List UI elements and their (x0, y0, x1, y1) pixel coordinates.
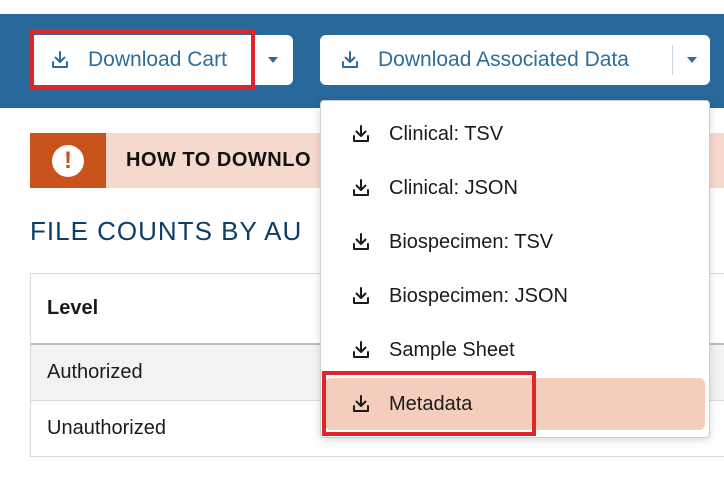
alert-icon-container: ! (30, 133, 106, 188)
download-icon (353, 125, 369, 142)
download-icon (353, 287, 369, 304)
table-cell-level: Unauthorized (47, 417, 166, 439)
menu-item-label: Biospecimen: TSV (389, 230, 554, 253)
chevron-down-icon (686, 57, 697, 63)
menu-item-metadata[interactable]: Metadata (325, 378, 705, 430)
toolbar: Download Cart Download Associated Data (0, 14, 724, 108)
download-associated-data-button-group: Download Associated Data (320, 35, 710, 85)
download-cart-label: Download Cart (88, 48, 227, 71)
menu-item-clinical-json[interactable]: Clinical: JSON (325, 162, 705, 214)
download-icon (353, 179, 369, 196)
download-icon (52, 51, 68, 68)
menu-item-label: Metadata (389, 392, 473, 415)
download-associated-data-menu: Clinical: TSV Clinical: JSON Biospecimen… (320, 100, 710, 438)
table-cell-level: Authorized (47, 361, 143, 383)
menu-item-label: Clinical: TSV (389, 122, 504, 145)
download-icon (353, 233, 369, 250)
download-icon (342, 51, 358, 68)
download-associated-data-dropdown-toggle[interactable] (673, 35, 710, 85)
menu-item-label: Clinical: JSON (389, 176, 518, 199)
menu-item-biospecimen-tsv[interactable]: Biospecimen: TSV (325, 216, 705, 268)
download-icon (353, 341, 369, 358)
menu-item-label: Sample Sheet (389, 338, 515, 361)
download-associated-data-button[interactable]: Download Associated Data (320, 35, 672, 85)
exclamation-icon: ! (52, 144, 84, 177)
download-cart-button-group: Download Cart (30, 35, 293, 85)
download-cart-dropdown-toggle[interactable] (252, 35, 293, 85)
download-cart-button[interactable]: Download Cart (30, 35, 252, 85)
menu-item-sample-sheet[interactable]: Sample Sheet (325, 324, 705, 376)
menu-item-biospecimen-json[interactable]: Biospecimen: JSON (325, 270, 705, 322)
menu-item-clinical-tsv[interactable]: Clinical: TSV (325, 108, 705, 160)
download-associated-data-label: Download Associated Data (378, 48, 629, 71)
section-title: FILE COUNTS BY AU (30, 216, 303, 246)
download-icon (353, 395, 369, 412)
alert-text: HOW TO DOWNLO (126, 149, 311, 171)
chevron-down-icon (267, 57, 278, 63)
column-header-level: Level (47, 297, 99, 319)
menu-item-label: Biospecimen: JSON (389, 284, 568, 307)
